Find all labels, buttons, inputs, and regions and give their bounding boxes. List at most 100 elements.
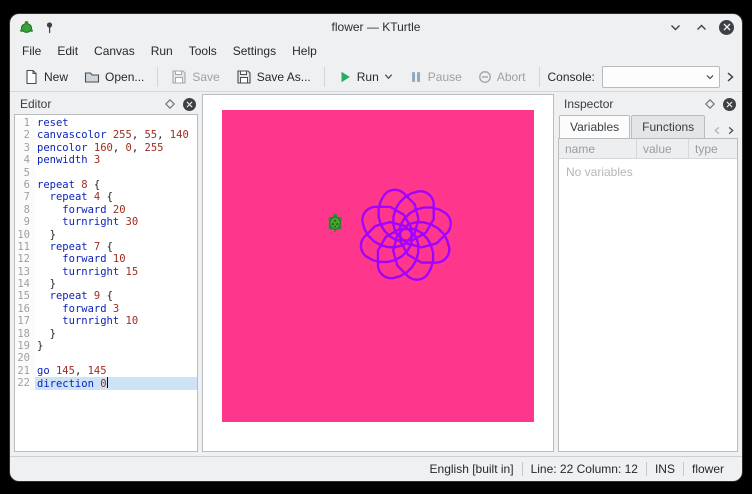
code-line[interactable]: 13 turnright 15 (15, 266, 197, 278)
tab-scroll-left-icon[interactable] (713, 126, 722, 135)
tab-variables[interactable]: Variables (559, 115, 630, 138)
save-button[interactable]: Save (164, 66, 226, 88)
status-script-name: flower (684, 462, 732, 476)
code-line[interactable]: 8 forward 20 (15, 204, 197, 216)
code-line-text: direction 0 (35, 377, 197, 389)
pin-icon[interactable] (41, 19, 57, 35)
line-number: 20 (15, 352, 35, 364)
column-header-value[interactable]: value (637, 139, 689, 158)
menu-run[interactable]: Run (143, 42, 181, 60)
code-line[interactable]: 4penwidth 3 (15, 154, 197, 166)
line-number: 3 (15, 142, 35, 154)
table-empty-state: No variables (559, 159, 737, 451)
minimize-button[interactable] (667, 19, 683, 35)
code-line[interactable]: 3pencolor 160, 0, 255 (15, 142, 197, 154)
code-line-text: pencolor 160, 0, 255 (35, 142, 197, 154)
toolbar-overflow-button[interactable] (724, 69, 736, 85)
main-area: Editor 1reset2canvascolor 255, 55, 1403p… (10, 92, 742, 456)
window-title: flower — KTurtle (10, 20, 742, 34)
menu-canvas[interactable]: Canvas (86, 42, 143, 60)
code-line-text: turnright 30 (35, 216, 197, 228)
tab-functions[interactable]: Functions (631, 115, 705, 138)
variables-table: name value type No variables (558, 138, 738, 452)
code-line[interactable]: 20 (15, 352, 197, 364)
inspector-tab-bar: Variables Functions (558, 114, 738, 138)
menu-file[interactable]: File (14, 42, 49, 60)
code-line[interactable]: 19} (15, 340, 197, 352)
code-line-text: canvascolor 255, 55, 140 (35, 129, 197, 141)
run-play-icon (338, 70, 352, 84)
line-number: 22 (15, 377, 35, 389)
abort-icon (478, 70, 492, 84)
code-line[interactable]: 6repeat 8 { (15, 179, 197, 191)
table-header-row: name value type (559, 139, 737, 159)
code-line[interactable]: 15 repeat 9 { (15, 290, 197, 302)
code-line[interactable]: 2canvascolor 255, 55, 140 (15, 129, 197, 141)
editor-dock-header: Editor (14, 94, 198, 114)
open-button[interactable]: Open... (77, 66, 151, 88)
abort-button[interactable]: Abort (471, 67, 533, 87)
close-button[interactable] (719, 20, 734, 35)
inspector-close-button[interactable] (723, 98, 736, 111)
column-header-type[interactable]: type (689, 139, 737, 158)
titlebar[interactable]: flower — KTurtle (10, 14, 742, 40)
maximize-button[interactable] (693, 19, 709, 35)
chevron-right-icon (724, 71, 736, 83)
new-button[interactable]: New (16, 66, 75, 88)
editor-float-button[interactable] (162, 97, 177, 112)
toolbar: New Open... Save (10, 62, 742, 92)
code-line[interactable]: 17 turnright 10 (15, 315, 197, 327)
editor-close-button[interactable] (183, 98, 196, 111)
menu-tools[interactable]: Tools (181, 42, 225, 60)
app-icon[interactable] (18, 19, 34, 35)
code-line[interactable]: 14 } (15, 278, 197, 290)
column-header-name[interactable]: name (559, 139, 637, 158)
inspector-float-button[interactable] (702, 97, 717, 112)
code-line[interactable]: 10 } (15, 229, 197, 241)
code-line[interactable]: 11 repeat 7 { (15, 241, 197, 253)
tab-scroll-right-icon[interactable] (726, 126, 735, 135)
pin-glyph-icon (43, 21, 56, 34)
close-icon (726, 101, 733, 108)
code-line[interactable]: 12 forward 10 (15, 253, 197, 265)
code-line-text: repeat 8 { (35, 179, 197, 191)
code-line[interactable]: 5 (15, 167, 197, 179)
canvas-view (202, 94, 554, 452)
code-line[interactable]: 21go 145, 145 (15, 365, 197, 377)
code-line-text: forward 20 (35, 204, 197, 216)
code-line[interactable]: 9 turnright 30 (15, 216, 197, 228)
code-line-text: } (35, 328, 197, 340)
status-cursor-position: Line: 22 Column: 12 (523, 462, 646, 476)
line-number: 17 (15, 315, 35, 327)
code-line[interactable]: 7 repeat 4 { (15, 191, 197, 203)
screenshot-stage: flower — KTurtle (0, 0, 752, 494)
code-line-text: repeat 9 { (35, 290, 197, 302)
menu-settings[interactable]: Settings (225, 42, 284, 60)
code-editor[interactable]: 1reset2canvascolor 255, 55, 1403pencolor… (14, 114, 198, 452)
line-number: 19 (15, 340, 35, 352)
line-number: 16 (15, 303, 35, 315)
editor-dock: Editor 1reset2canvascolor 255, 55, 1403p… (14, 94, 198, 452)
kturtle-window: flower — KTurtle (10, 14, 742, 481)
code-line-text: penwidth 3 (35, 154, 197, 166)
code-line-text: } (35, 340, 197, 352)
chevron-up-icon (695, 21, 708, 34)
save-as-button[interactable]: Save As... (229, 66, 318, 88)
float-diamond-icon (705, 99, 715, 109)
statusbar: English [built in] Line: 22 Column: 12 I… (10, 456, 742, 481)
code-line[interactable]: 18 } (15, 328, 197, 340)
save-icon (171, 69, 187, 85)
pause-button[interactable]: Pause (402, 67, 469, 87)
console-combobox[interactable] (602, 66, 720, 88)
line-number: 8 (15, 204, 35, 216)
code-line[interactable]: 16 forward 3 (15, 303, 197, 315)
code-line-text: repeat 4 { (35, 191, 197, 203)
code-line[interactable]: 1reset (15, 117, 197, 129)
menu-help[interactable]: Help (284, 42, 325, 60)
code-line-text: go 145, 145 (35, 365, 197, 377)
code-line[interactable]: 22direction 0 (15, 377, 197, 389)
run-button[interactable]: Run (331, 67, 400, 87)
menu-edit[interactable]: Edit (49, 42, 86, 60)
toolbar-separator (157, 67, 158, 87)
line-number: 13 (15, 266, 35, 278)
